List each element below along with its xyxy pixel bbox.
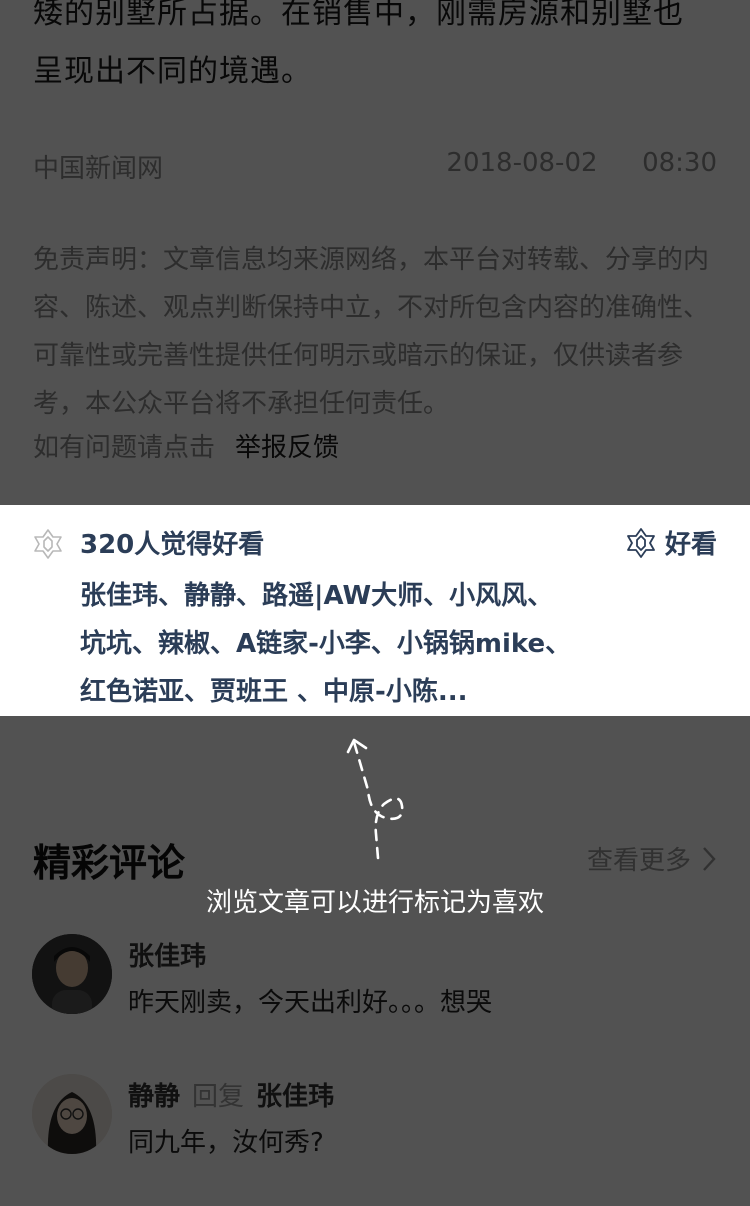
likers-line: 张佳玮、静静、路遥|AW大师、小风风、 [80, 581, 554, 611]
avatar[interactable] [32, 934, 112, 1014]
likers-list: 张佳玮、静静、路遥|AW大师、小风风、 坑坑、辣椒、A链家-小李、小锅锅mike… [80, 572, 640, 716]
article-source: 中国新闻网 [33, 154, 164, 184]
reply-label: 回复 [192, 1082, 245, 1112]
chevron-right-icon [703, 846, 716, 871]
comment-author[interactable]: 张佳玮 [128, 936, 206, 973]
article-datetime: 2018-08-02 08:30 [446, 148, 717, 178]
see-more-link[interactable]: 查看更多 [587, 840, 717, 877]
report-line: 如有问题请点击 举报反馈 [33, 428, 339, 468]
flower-icon [627, 527, 655, 558]
article-section: 矮的别墅所占据。在销售中，刚需房源和别墅也 呈现出不同的境遇。 中国新闻网 20… [0, 0, 750, 505]
disclaimer-text: 免责声明：文章信息均来源网络，本平台对转载、分享的内容、陈述、观点判断保持中立，… [33, 245, 710, 419]
reply-target[interactable]: 张佳玮 [256, 1082, 334, 1112]
comment-author-line: 静静 回复 张佳玮 [128, 1076, 334, 1113]
good-button[interactable]: 好看 [625, 524, 717, 561]
likers-line: 红色诺亚、贾班王 、中原-小陈... [80, 677, 468, 707]
hint-text: 浏览文章可以进行标记为喜欢 [205, 888, 544, 918]
likers-line: 坑坑、辣椒、A链家-小李、小锅锅mike、 [80, 629, 572, 659]
comment-text: 昨天刚卖，今天出利好。。。想哭 [128, 988, 493, 1018]
likes-count: 320人觉得好看 [80, 530, 265, 560]
comments-title: 精彩评论 [33, 841, 186, 885]
article-time: 08:30 [642, 148, 717, 178]
report-feedback-link[interactable]: 举报反馈 [235, 433, 339, 463]
flower-icon [34, 529, 62, 559]
hint-arrow-icon [346, 738, 404, 860]
comment-author[interactable]: 静静 [128, 1082, 180, 1112]
article-paragraph-line-1: 矮的别墅所占据。在销售中，刚需房源和别墅也 [33, 0, 684, 31]
avatar[interactable] [32, 1074, 112, 1154]
see-more-label: 查看更多 [586, 846, 691, 876]
comment-text: 同九年，汝何秀? [128, 1128, 324, 1158]
good-button-label: 好看 [664, 530, 717, 560]
article-paragraph-line-2: 呈现出不同的境遇。 [33, 54, 312, 89]
article-date: 2018-08-02 [446, 148, 598, 178]
report-prompt: 如有问题请点击 [33, 433, 216, 463]
